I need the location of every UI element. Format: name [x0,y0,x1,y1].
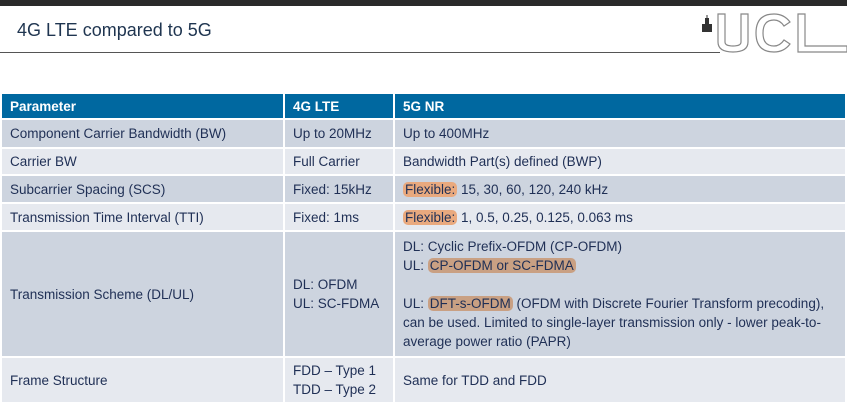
table-row: Transmission Time Interval (TTI) Fixed: … [0,202,847,232]
param-cell: Subcarrier Spacing (SCS) [0,174,285,204]
nr-text: 1, 0.5, 0.25, 0.125, 0.063 ms [457,209,633,225]
table-row: Frame Structure FDD – Type 1 TDD – Type 2… [0,356,847,404]
highlight: DFT-s-OFDM [427,296,513,311]
lte-cell: FDD – Type 1 TDD – Type 2 [283,356,395,404]
nr-text: UL: [403,296,428,311]
table-header-row: Parameter 4G LTE 5G NR [0,92,847,120]
slide-title: 4G LTE compared to 5G [17,20,212,40]
title-divider [0,52,720,53]
nr-line: DL: Cyclic Prefix-OFDM (CP-OFDM) [403,239,622,254]
nr-cell: Flexible: 15, 30, 60, 120, 240 kHz [393,174,847,204]
param-cell: Frame Structure [0,356,285,404]
nr-text: 15, 30, 60, 120, 240 kHz [457,181,609,197]
table-row: Component Carrier Bandwidth (BW) Up to 2… [0,118,847,149]
lte-cell: Full Carrier [283,147,395,176]
lte-line: TDD – Type 2 [293,382,377,397]
top-bar [0,0,847,6]
lte-line: FDD – Type 1 [293,363,377,378]
highlight: Flexible: [403,209,458,225]
column-header: 4G LTE [283,92,395,120]
table-row: Carrier BW Full Carrier Bandwidth Part(s… [0,147,847,176]
ucl-logo [702,13,847,53]
nr-cell: Same for TDD and FDD [393,356,847,404]
lte-cell: Fixed: 15kHz [283,174,395,204]
nr-cell: Up to 400MHz [393,118,847,149]
param-cell: Transmission Time Interval (TTI) [0,202,285,232]
nr-line: UL: DFT-s-OFDM (OFDM with Discrete Fouri… [403,294,837,351]
param-cell: Carrier BW [0,147,285,176]
nr-text: UL: [403,258,428,273]
lte-cell: Up to 20MHz [283,118,395,149]
lte-line: DL: OFDM [293,277,358,292]
param-cell: Component Carrier Bandwidth (BW) [0,118,285,149]
column-header: Parameter [0,92,285,120]
param-cell: Transmission Scheme (DL/UL) [0,230,285,358]
nr-cell: DL: Cyclic Prefix-OFDM (CP-OFDM) UL: CP-… [393,230,847,358]
nr-line: UL: CP-OFDM or SC-FDMA [403,256,837,275]
comparison-table: Parameter 4G LTE 5G NR Component Carrier… [0,92,847,404]
nr-cell: Bandwidth Part(s) defined (BWP) [393,147,847,176]
table-row: Transmission Scheme (DL/UL) DL: OFDM UL: … [0,230,847,358]
highlight: CP-OFDM or SC-FDMA [427,258,576,273]
table-row: Subcarrier Spacing (SCS) Fixed: 15kHz Fl… [0,174,847,204]
nr-cell: Flexible: 1, 0.5, 0.25, 0.125, 0.063 ms [393,202,847,232]
highlight: Flexible: [403,181,458,197]
column-header: 5G NR [393,92,847,120]
lte-cell: Fixed: 1ms [283,202,395,232]
lte-line: UL: SC-FDMA [293,296,380,311]
lte-cell: DL: OFDM UL: SC-FDMA [283,230,395,358]
